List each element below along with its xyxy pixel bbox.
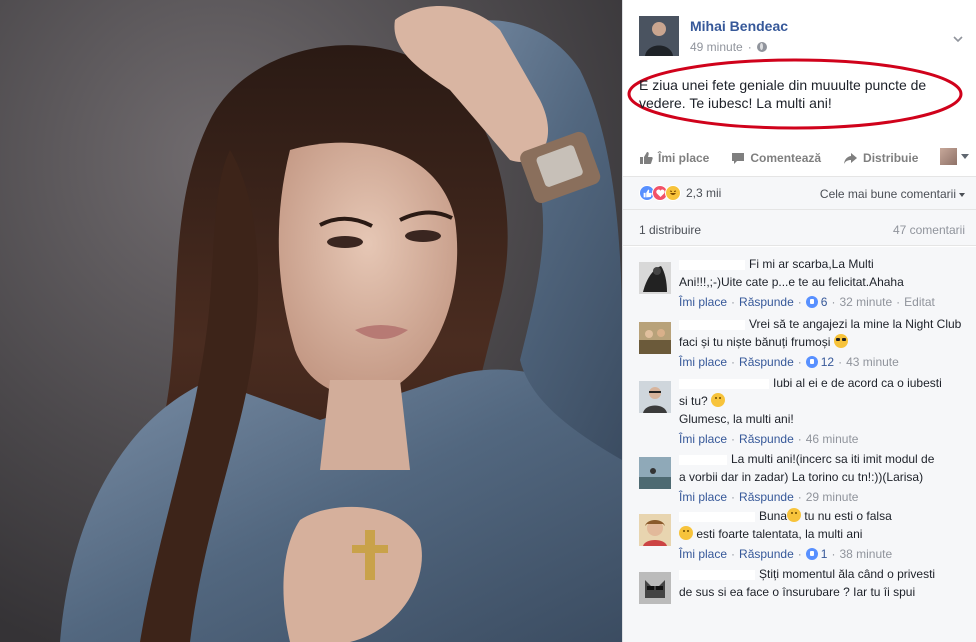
- comment-text: Vrei să te angajezi la mine la Night Clu…: [679, 315, 969, 333]
- globe-icon[interactable]: [756, 42, 767, 52]
- comment-like-count[interactable]: 1: [805, 545, 827, 563]
- comment-button[interactable]: Comentează: [731, 151, 821, 165]
- author-avatar-image: [639, 16, 679, 56]
- comment-sort-dropdown[interactable]: Cele mai bune comentarii: [820, 187, 965, 201]
- share-button[interactable]: Distribuie: [843, 151, 918, 165]
- post-header: Mihai Bendeac 49 minute ·: [639, 16, 969, 58]
- commenter-name-redacted: [679, 378, 769, 389]
- comment-text: La multi ani!(incerc sa iti imit modul d…: [679, 450, 969, 468]
- commenter-avatar[interactable]: [639, 322, 671, 354]
- share-label: Distribuie: [863, 151, 919, 165]
- comment-text: Știți momentul ăla când o privesti: [679, 565, 969, 583]
- sort-label: Cele mai bune comentarii: [819, 187, 956, 201]
- chevron-down-icon[interactable]: [953, 34, 963, 44]
- comment-meta: Îmi place · Răspunde · 46 minute: [679, 430, 859, 448]
- author-name[interactable]: Mihai Bendeac: [690, 18, 788, 34]
- comment-like-link[interactable]: Îmi place: [679, 488, 727, 506]
- comments-count-link[interactable]: 47 comentarii: [893, 223, 965, 237]
- commenter-name-redacted: [679, 511, 755, 522]
- smile-emoji-icon: [679, 526, 693, 540]
- comment-text-cont: Ani!!!,;-)Uite cate p...e te au felicita…: [679, 275, 904, 289]
- viewer-avatar: [940, 148, 957, 165]
- comment-like-link[interactable]: Îmi place: [679, 430, 727, 448]
- stats-row: 1 distribuire 47 comentarii: [623, 210, 976, 246]
- comment-text-cont: Glumesc, la multi ani!: [679, 412, 794, 426]
- comment-reply-link[interactable]: Răspunde: [739, 430, 794, 448]
- shares-link[interactable]: 1 distribuire: [639, 223, 701, 237]
- post-as-selector[interactable]: [940, 148, 969, 165]
- smile-emoji-icon: [787, 508, 802, 522]
- comment-time[interactable]: 29 minute: [806, 488, 859, 506]
- post-actions: Îmi place Comentează Distribuie: [639, 146, 969, 170]
- comment-label: Comentează: [750, 151, 822, 165]
- comment-icon: [732, 152, 745, 164]
- post-text: E ziua unei fete geniale din muuulte pun…: [639, 77, 927, 111]
- post-photo[interactable]: [0, 0, 622, 642]
- thumbs-up-icon: [640, 152, 653, 164]
- portrait-image: [0, 0, 622, 642]
- commenter-avatar[interactable]: [639, 262, 671, 294]
- comment-text-cont: si tu?: [679, 392, 969, 410]
- comment-like-link[interactable]: Îmi place: [679, 545, 727, 563]
- comment-like-count[interactable]: 12: [805, 353, 834, 371]
- comment-edited[interactable]: Editat: [904, 293, 935, 311]
- comment-meta: Îmi place · Răspunde · 29 minute: [679, 488, 859, 506]
- tongue-emoji-icon: [711, 393, 726, 407]
- comment-text: Fi mi ar scarba,La Multi: [679, 255, 969, 273]
- like-icon: [805, 548, 818, 560]
- separator-dot: ·: [747, 40, 752, 54]
- reactions-row: 2,3 mii Cele mai bune comentarii: [623, 176, 976, 210]
- comment-text-cont: a vorbii dar in zadar) La torino cu tn!:…: [679, 470, 924, 484]
- comment-time[interactable]: 43 minute: [846, 353, 899, 371]
- comment-like-link[interactable]: Îmi place: [679, 293, 727, 311]
- sunglasses-emoji-icon: [833, 334, 848, 348]
- like-label: Îmi place: [658, 151, 710, 165]
- haha-reaction-icon: [665, 185, 681, 201]
- comment-time[interactable]: 32 minute: [839, 293, 892, 311]
- reactions-summary[interactable]: 2,3 mii: [639, 185, 721, 201]
- commenter-name-redacted: [679, 454, 727, 465]
- caret-down-icon: [959, 192, 965, 197]
- comment-reply-link[interactable]: Răspunde: [739, 353, 794, 371]
- commenter-avatar[interactable]: [639, 381, 671, 413]
- commenter-avatar[interactable]: [639, 457, 671, 489]
- share-icon: [844, 152, 858, 164]
- comment-time[interactable]: 38 minute: [839, 545, 892, 563]
- author-avatar[interactable]: [639, 16, 679, 56]
- post-panel: Mihai Bendeac 49 minute · E ziua unei fe…: [622, 0, 976, 642]
- comment-text: Buna tu nu esti o falsa: [679, 507, 969, 525]
- post-time[interactable]: 49 minute: [690, 40, 743, 54]
- comment-text-cont: de sus si ea face o însurubare ? Iar tu …: [679, 585, 916, 599]
- comment-time[interactable]: 46 minute: [806, 430, 859, 448]
- comment-like-count[interactable]: 6: [805, 293, 827, 311]
- comment-reply-link[interactable]: Răspunde: [739, 488, 794, 506]
- comment-text: Iubi al ei e de acord ca o iubesti: [679, 374, 969, 392]
- comment-like-link[interactable]: Îmi place: [679, 353, 727, 371]
- comment-meta: Îmi place · Răspunde · 6 · 32 minute · Edita…: [679, 293, 935, 311]
- comments-list: Fi mi ar scarba,La Multi Ani!!!,;-)Uite …: [623, 247, 976, 642]
- like-icon: [805, 296, 818, 308]
- commenter-name-redacted: [679, 259, 745, 270]
- commenter-name-redacted: [679, 569, 755, 580]
- like-button[interactable]: Îmi place: [639, 151, 709, 165]
- commenter-avatar[interactable]: [639, 514, 671, 546]
- post-meta: 49 minute ·: [690, 40, 767, 54]
- comment-reply-link[interactable]: Răspunde: [739, 293, 794, 311]
- comment-meta: Îmi place · Răspunde · 1 · 38 minute: [679, 545, 893, 563]
- caret-down-icon: [961, 154, 969, 159]
- like-icon: [805, 356, 818, 368]
- commenter-name-redacted: [679, 319, 745, 330]
- comment-reply-link[interactable]: Răspunde: [739, 545, 794, 563]
- reaction-count[interactable]: 2,3 mii: [686, 186, 721, 200]
- commenter-avatar[interactable]: [639, 572, 671, 604]
- comment-meta: Îmi place · Răspunde · 12 · 43 minute: [679, 353, 899, 371]
- comment-text-cont: esti foarte talentata, la multi ani: [679, 525, 969, 543]
- comment-text-cont: faci și tu niște bănuți frumoși: [679, 333, 969, 351]
